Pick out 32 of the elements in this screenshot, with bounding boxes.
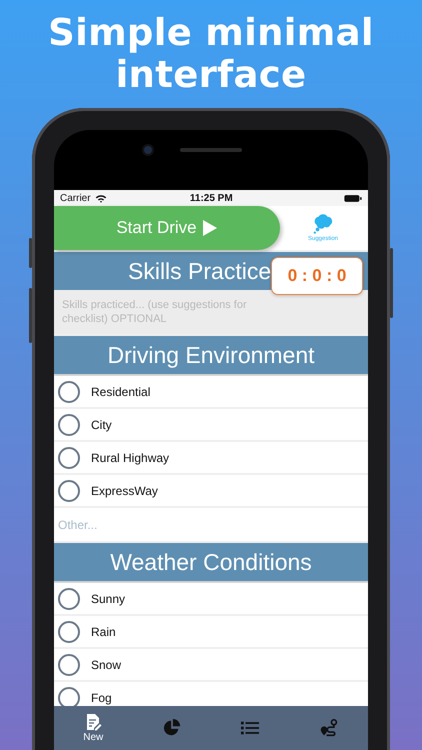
- option-row[interactable]: Rain: [54, 616, 368, 647]
- camera-icon: [144, 146, 152, 154]
- radio-button[interactable]: [58, 588, 80, 610]
- section-header: Weather Conditions: [54, 543, 368, 581]
- other-field[interactable]: Other...: [54, 508, 368, 541]
- headline: Simple minimal interface: [47, 12, 375, 96]
- option-row[interactable]: City: [54, 409, 368, 440]
- route-icon: [320, 719, 338, 737]
- option-row[interactable]: ExpressWay: [54, 475, 368, 506]
- radio-button[interactable]: [58, 446, 80, 468]
- battery-icon: [344, 194, 362, 202]
- option-row[interactable]: Residential: [54, 376, 368, 407]
- option-row[interactable]: Sunny: [54, 583, 368, 614]
- tab[interactable]: New: [73, 713, 114, 743]
- radio-button[interactable]: [58, 620, 80, 642]
- document-edit-icon: [84, 713, 102, 731]
- section-header: Driving Environment: [54, 336, 368, 374]
- thought-cloud-icon: [311, 214, 335, 234]
- list-icon: [241, 719, 260, 737]
- play-icon: [202, 219, 218, 237]
- pie-chart-icon: [162, 719, 181, 737]
- radio-button[interactable]: [58, 380, 80, 402]
- carrier-label: Carrier: [60, 192, 91, 204]
- radio-button[interactable]: [58, 654, 80, 676]
- radio-button[interactable]: [58, 414, 80, 436]
- option-row[interactable]: Snow: [54, 649, 368, 680]
- option-row[interactable]: Rural Highway: [54, 442, 368, 473]
- status-time: 11:25 PM: [188, 192, 234, 204]
- radio-button[interactable]: [58, 480, 80, 502]
- speaker-grille: [180, 148, 242, 152]
- option-row[interactable]: Fog: [54, 682, 368, 706]
- wifi-icon: [94, 194, 107, 202]
